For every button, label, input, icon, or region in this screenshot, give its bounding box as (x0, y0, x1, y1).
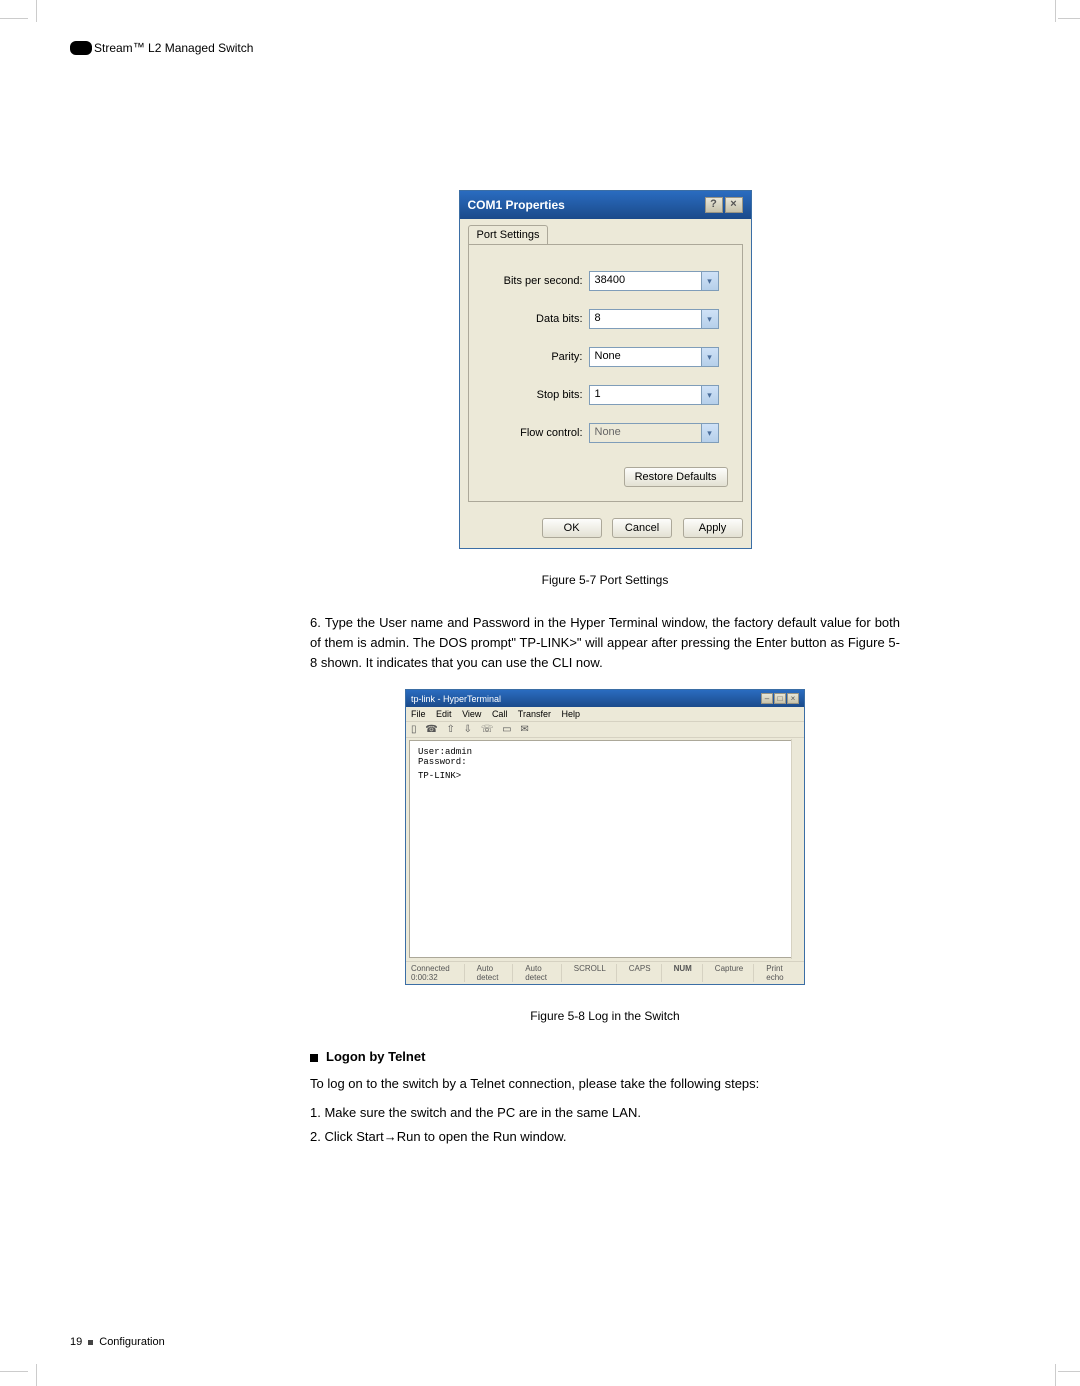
brand-logo (70, 41, 92, 55)
list-item: 2. Click Start→Run to open the Run windo… (310, 1125, 900, 1150)
select-stop-bits[interactable]: 1 ▾ (589, 385, 719, 405)
select-value: None (589, 423, 702, 443)
restore-defaults-button[interactable]: Restore Defaults (624, 467, 728, 487)
section-heading-logon-telnet: Logon by Telnet (310, 1049, 900, 1064)
select-value: 38400 (589, 271, 702, 291)
status-capture: Capture (715, 964, 754, 982)
figure-caption-5-8: Figure 5-8 Log in the Switch (310, 1009, 900, 1023)
square-icon (88, 1340, 93, 1345)
heading-text: Logon by Telnet (326, 1049, 425, 1064)
select-value: None (589, 347, 702, 367)
step-6-text: 6.Type the User name and Password in the… (310, 613, 900, 673)
select-value: 8 (589, 309, 702, 329)
status-autodetect: Auto detect (477, 964, 514, 982)
scrollbar[interactable] (791, 739, 802, 959)
menu-file[interactable]: File (411, 709, 426, 719)
page-header: Stream™ L2 Managed Switch (70, 40, 253, 55)
page-number: 19 (70, 1336, 82, 1348)
list-marker: 1. (310, 1105, 321, 1120)
menu-help[interactable]: Help (562, 709, 581, 719)
chevron-down-icon[interactable]: ▾ (702, 271, 719, 291)
page-footer: 19 Configuration (70, 1336, 165, 1348)
product-name: L2 Managed Switch (148, 41, 253, 55)
label-stop-bits: Stop bits: (483, 389, 589, 401)
chevron-down-icon[interactable]: ▾ (702, 423, 719, 443)
label-flow-control: Flow control: (483, 427, 589, 439)
ok-button[interactable]: OK (542, 518, 602, 538)
dialog-title-bar: COM1 Properties ? × (460, 191, 751, 219)
label-data-bits: Data bits: (483, 313, 589, 325)
select-parity[interactable]: None ▾ (589, 347, 719, 367)
status-bar: Connected 0:00:32 Auto detect Auto detec… (406, 961, 804, 984)
maximize-icon[interactable]: □ (774, 693, 786, 704)
cancel-button[interactable]: Cancel (612, 518, 672, 538)
step-text: Type the User name and Password in the H… (310, 615, 900, 670)
select-value: 1 (589, 385, 702, 405)
terminal-line: User:admin (418, 747, 792, 757)
hyperterm-menu-bar: File Edit View Call Transfer Help (406, 707, 804, 722)
status-num: NUM (674, 964, 703, 982)
status-scroll: SCROLL (574, 964, 617, 982)
section-intro: To log on to the switch by a Telnet conn… (310, 1074, 900, 1094)
dialog-title: COM1 Properties (468, 198, 565, 212)
status-caps: CAPS (629, 964, 662, 982)
label-bits-per-second: Bits per second: (483, 275, 589, 287)
chevron-down-icon[interactable]: ▾ (702, 309, 719, 329)
select-data-bits[interactable]: 8 ▾ (589, 309, 719, 329)
label-parity: Parity: (483, 351, 589, 363)
chevron-down-icon[interactable]: ▾ (702, 385, 719, 405)
list-marker: 6. (310, 615, 321, 630)
terminal-output[interactable]: User:admin Password: TP-LINK> (409, 740, 801, 958)
help-icon[interactable]: ? (705, 197, 723, 213)
apply-button[interactable]: Apply (683, 518, 743, 538)
status-autodetect: Auto detect (525, 964, 562, 982)
select-flow-control[interactable]: None ▾ (589, 423, 719, 443)
menu-transfer[interactable]: Transfer (518, 709, 551, 719)
status-print-echo: Print echo (766, 964, 799, 982)
chevron-down-icon[interactable]: ▾ (702, 347, 719, 367)
close-icon[interactable]: × (725, 197, 743, 213)
status-connected: Connected 0:00:32 (411, 964, 465, 982)
tab-port-settings[interactable]: Port Settings (468, 225, 549, 244)
brand-reg: ™ (133, 40, 145, 54)
list-item: 1. Make sure the switch and the PC are i… (310, 1101, 900, 1126)
menu-edit[interactable]: Edit (436, 709, 452, 719)
hyperterm-toolbar: ▯ ☎ ⇧ ⇩ ☏ ▭ ✉ (406, 722, 804, 738)
hyperterm-title-bar: tp-link - HyperTerminal – □ × (406, 690, 804, 707)
square-bullet-icon (310, 1054, 318, 1062)
select-bits-per-second[interactable]: 38400 ▾ (589, 271, 719, 291)
com1-properties-dialog: COM1 Properties ? × Port Settings Bits p… (459, 190, 752, 549)
menu-view[interactable]: View (462, 709, 481, 719)
figure-caption-5-7: Figure 5-7 Port Settings (310, 573, 900, 587)
minimize-icon[interactable]: – (761, 693, 773, 704)
terminal-line: TP-LINK> (418, 771, 792, 781)
step-text: Make sure the switch and the PC are in t… (324, 1105, 641, 1120)
menu-call[interactable]: Call (492, 709, 508, 719)
brand-text: Stream (94, 41, 133, 55)
step-text: Click Start→Run to open the Run window. (324, 1129, 566, 1144)
hyperterm-title: tp-link - HyperTerminal (411, 694, 501, 704)
footer-label: Configuration (99, 1336, 164, 1348)
list-marker: 2. (310, 1129, 321, 1144)
terminal-line: Password: (418, 757, 792, 767)
hyperterminal-window: tp-link - HyperTerminal – □ × File Edit … (405, 689, 805, 985)
close-icon[interactable]: × (787, 693, 799, 704)
